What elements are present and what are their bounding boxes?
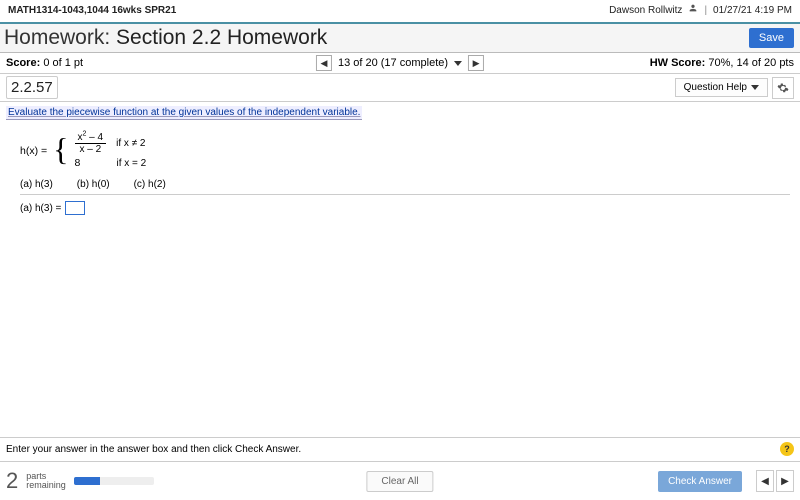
parts-remaining-count: 2 bbox=[6, 468, 18, 494]
brace-icon: { bbox=[53, 133, 68, 165]
chevron-down-icon bbox=[751, 85, 759, 90]
case2-condition: if x = 2 bbox=[117, 158, 147, 169]
hw-score-label: HW Score: bbox=[650, 57, 706, 69]
chevron-down-icon[interactable] bbox=[454, 61, 462, 66]
question-number: 2.2.57 bbox=[6, 76, 58, 99]
footer-prev-button[interactable]: ◀ bbox=[756, 470, 774, 492]
homework-name: Section 2.2 Homework bbox=[116, 26, 327, 49]
current-part-label: (a) h(3) = bbox=[20, 203, 61, 214]
part-b: (b) h(0) bbox=[77, 179, 110, 190]
homework-label: Homework: bbox=[4, 26, 110, 49]
check-answer-button[interactable]: Check Answer bbox=[658, 471, 742, 492]
question-help-label: Question Help bbox=[684, 82, 747, 93]
separator: | bbox=[704, 0, 707, 22]
user-name: Dawson Rollwitz bbox=[609, 0, 682, 22]
divider bbox=[20, 194, 790, 195]
score-text: Score: 0 of 1 pt bbox=[6, 57, 83, 69]
answer-input[interactable] bbox=[65, 201, 85, 215]
case1-expression: x2 – 4 x – 2 bbox=[75, 132, 107, 155]
gear-icon bbox=[777, 82, 789, 94]
user-icon[interactable] bbox=[688, 0, 698, 22]
settings-button[interactable] bbox=[772, 77, 794, 99]
footer-next-button[interactable]: ▶ bbox=[776, 470, 794, 492]
part-c: (c) h(2) bbox=[134, 179, 166, 190]
parts-remaining-label: parts remaining bbox=[26, 472, 66, 490]
score-value: 0 of 1 pt bbox=[43, 57, 83, 69]
help-icon[interactable]: ? bbox=[780, 442, 794, 456]
progress-bar bbox=[74, 477, 154, 485]
part-a: (a) h(3) bbox=[20, 179, 53, 190]
case1-condition: if x ≠ 2 bbox=[116, 138, 145, 149]
save-button[interactable]: Save bbox=[749, 28, 794, 48]
homework-title: Homework: Section 2.2 Homework bbox=[0, 24, 331, 52]
instruction-text: Evaluate the piecewise function at the g… bbox=[6, 106, 362, 120]
score-label: Score: bbox=[6, 57, 40, 69]
case2-expression: 8 bbox=[75, 157, 107, 169]
hw-score: HW Score: 70%, 14 of 20 pts bbox=[650, 57, 794, 69]
hint-text: Enter your answer in the answer box and … bbox=[6, 444, 301, 455]
prev-question-button[interactable]: ◀ bbox=[316, 55, 332, 71]
question-progress[interactable]: 13 of 20 (17 complete) bbox=[338, 57, 448, 69]
next-question-button[interactable]: ▶ bbox=[468, 55, 484, 71]
hw-score-value: 70%, 14 of 20 pts bbox=[708, 57, 794, 69]
function-name: h(x) = bbox=[20, 145, 47, 157]
datetime: 01/27/21 4:19 PM bbox=[713, 0, 792, 22]
clear-all-button[interactable]: Clear All bbox=[366, 471, 433, 492]
course-code: MATH1314-1043,1044 16wks SPR21 bbox=[8, 0, 176, 22]
question-help-button[interactable]: Question Help bbox=[675, 78, 768, 97]
